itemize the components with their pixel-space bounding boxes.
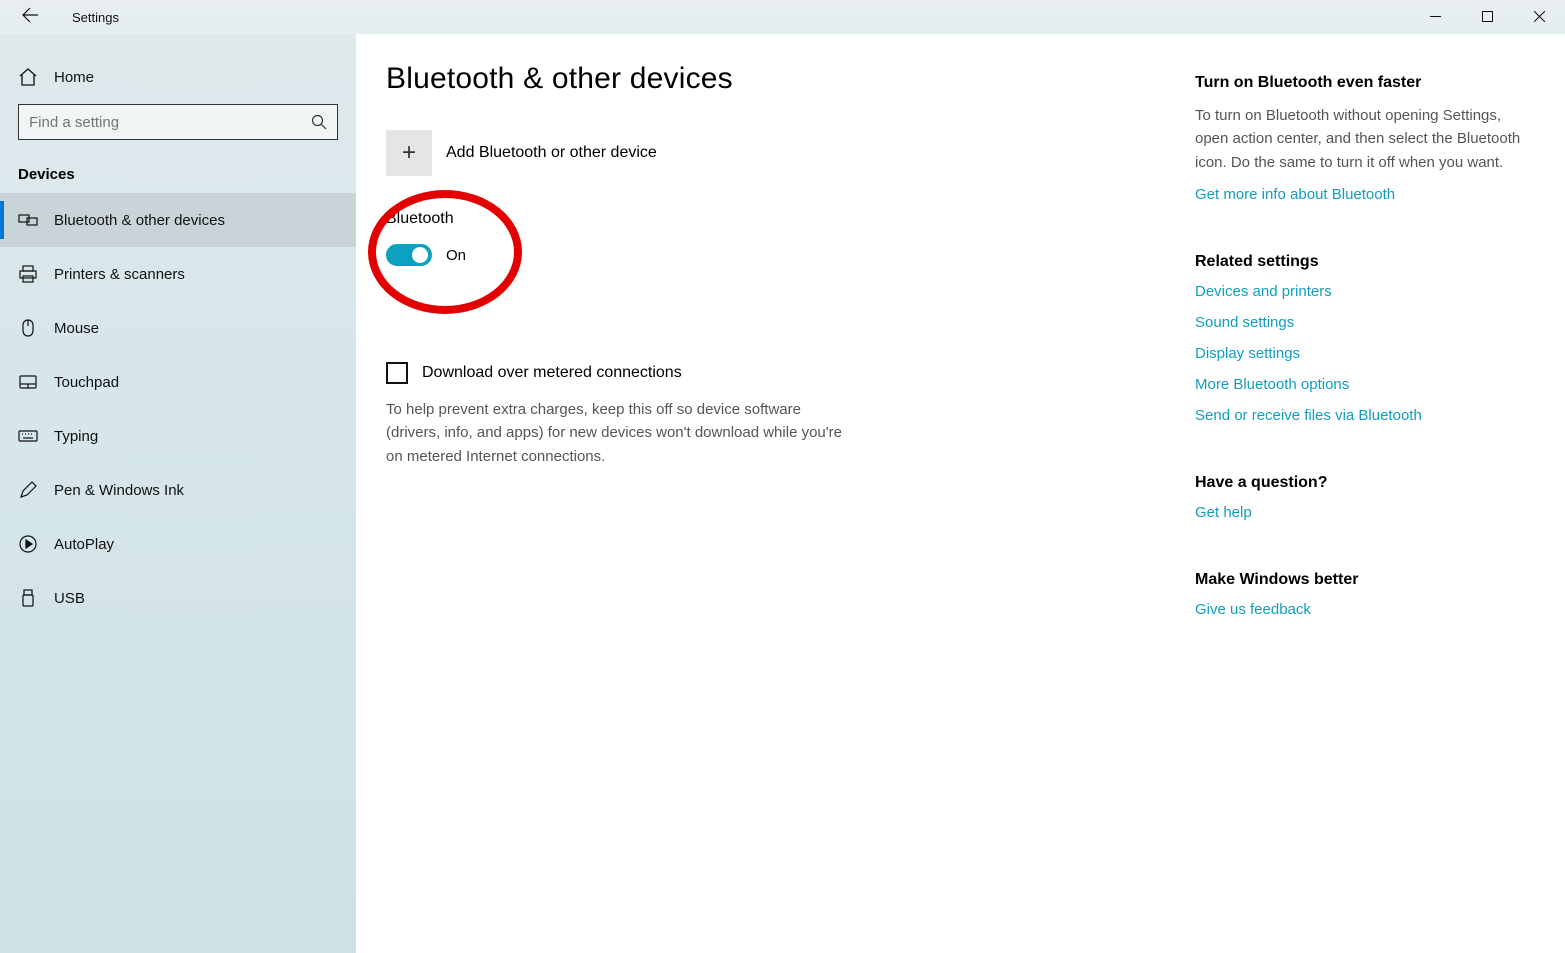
sidebar-item-autoplay[interactable]: AutoPlay	[0, 517, 356, 571]
add-device-label: Add Bluetooth or other device	[446, 144, 657, 162]
usb-icon	[18, 588, 38, 608]
sidebar-item-label: Mouse	[54, 320, 99, 337]
metered-checkbox[interactable]	[386, 362, 408, 384]
sidebar-item-label: Bluetooth & other devices	[54, 212, 225, 229]
bluetooth-heading: Bluetooth	[386, 210, 1068, 228]
search-box[interactable]	[18, 104, 338, 140]
home-button[interactable]: Home	[0, 50, 356, 104]
touchpad-icon	[18, 372, 38, 392]
sidebar-item-usb[interactable]: USB	[0, 571, 356, 625]
link-sound-settings[interactable]: Sound settings	[1195, 314, 1294, 331]
sidebar-item-mouse[interactable]: Mouse	[0, 301, 356, 355]
search-icon	[311, 114, 327, 130]
link-get-help[interactable]: Get help	[1195, 504, 1252, 521]
sidebar-item-label: Touchpad	[54, 374, 119, 391]
autoplay-icon	[18, 534, 38, 554]
maximize-button[interactable]	[1461, 0, 1513, 34]
feedback-heading: Make Windows better	[1195, 571, 1535, 589]
keyboard-icon	[18, 426, 38, 446]
metered-checkbox-row[interactable]: Download over metered connections	[386, 362, 1068, 384]
maximize-icon	[1482, 9, 1493, 26]
titlebar: Settings	[0, 0, 1565, 34]
printer-icon	[18, 264, 38, 284]
sidebar-section-heading: Devices	[0, 140, 356, 193]
toggle-knob	[412, 247, 428, 263]
back-button[interactable]	[14, 1, 46, 33]
close-button[interactable]	[1513, 0, 1565, 34]
sidebar: Home Devices Bluetooth & other devices	[0, 34, 356, 953]
home-icon	[18, 67, 38, 87]
sidebar-item-label: Typing	[54, 428, 98, 445]
minimize-button[interactable]	[1409, 0, 1461, 34]
link-display-settings[interactable]: Display settings	[1195, 345, 1300, 362]
link-more-bluetooth-options[interactable]: More Bluetooth options	[1195, 376, 1349, 393]
metered-checkbox-label: Download over metered connections	[422, 364, 682, 382]
metered-description: To help prevent extra charges, keep this…	[386, 398, 846, 468]
sidebar-item-printers[interactable]: Printers & scanners	[0, 247, 356, 301]
sidebar-item-label: AutoPlay	[54, 536, 114, 553]
minimize-icon	[1430, 9, 1441, 26]
pen-icon	[18, 480, 38, 500]
add-device-button[interactable]: + Add Bluetooth or other device	[386, 130, 1068, 176]
sidebar-item-pen[interactable]: Pen & Windows Ink	[0, 463, 356, 517]
bluetooth-state-label: On	[446, 247, 466, 264]
sidebar-item-bluetooth[interactable]: Bluetooth & other devices	[0, 193, 356, 247]
link-send-receive-files[interactable]: Send or receive files via Bluetooth	[1195, 407, 1422, 424]
sidebar-item-typing[interactable]: Typing	[0, 409, 356, 463]
faster-heading: Turn on Bluetooth even faster	[1195, 74, 1535, 92]
sidebar-item-label: USB	[54, 590, 85, 607]
sidebar-item-label: Printers & scanners	[54, 266, 185, 283]
mouse-icon	[18, 318, 38, 338]
faster-text: To turn on Bluetooth without opening Set…	[1195, 104, 1535, 174]
bluetooth-toggle[interactable]	[386, 244, 432, 266]
close-icon	[1534, 9, 1545, 26]
window-title: Settings	[72, 10, 119, 25]
bluetooth-devices-icon	[18, 210, 38, 230]
plus-icon: +	[386, 130, 432, 176]
back-arrow-icon	[22, 7, 38, 27]
right-column: Turn on Bluetooth even faster To turn on…	[1195, 62, 1535, 953]
sidebar-item-label: Pen & Windows Ink	[54, 482, 184, 499]
home-label: Home	[54, 69, 94, 86]
page-title: Bluetooth & other devices	[386, 62, 1068, 96]
link-more-info-bluetooth[interactable]: Get more info about Bluetooth	[1195, 186, 1395, 203]
link-give-feedback[interactable]: Give us feedback	[1195, 601, 1311, 618]
sidebar-item-touchpad[interactable]: Touchpad	[0, 355, 356, 409]
link-devices-printers[interactable]: Devices and printers	[1195, 283, 1332, 300]
content-area: Bluetooth & other devices + Add Bluetoot…	[356, 34, 1565, 953]
question-heading: Have a question?	[1195, 474, 1535, 492]
related-heading: Related settings	[1195, 253, 1535, 271]
search-input[interactable]	[29, 114, 311, 131]
